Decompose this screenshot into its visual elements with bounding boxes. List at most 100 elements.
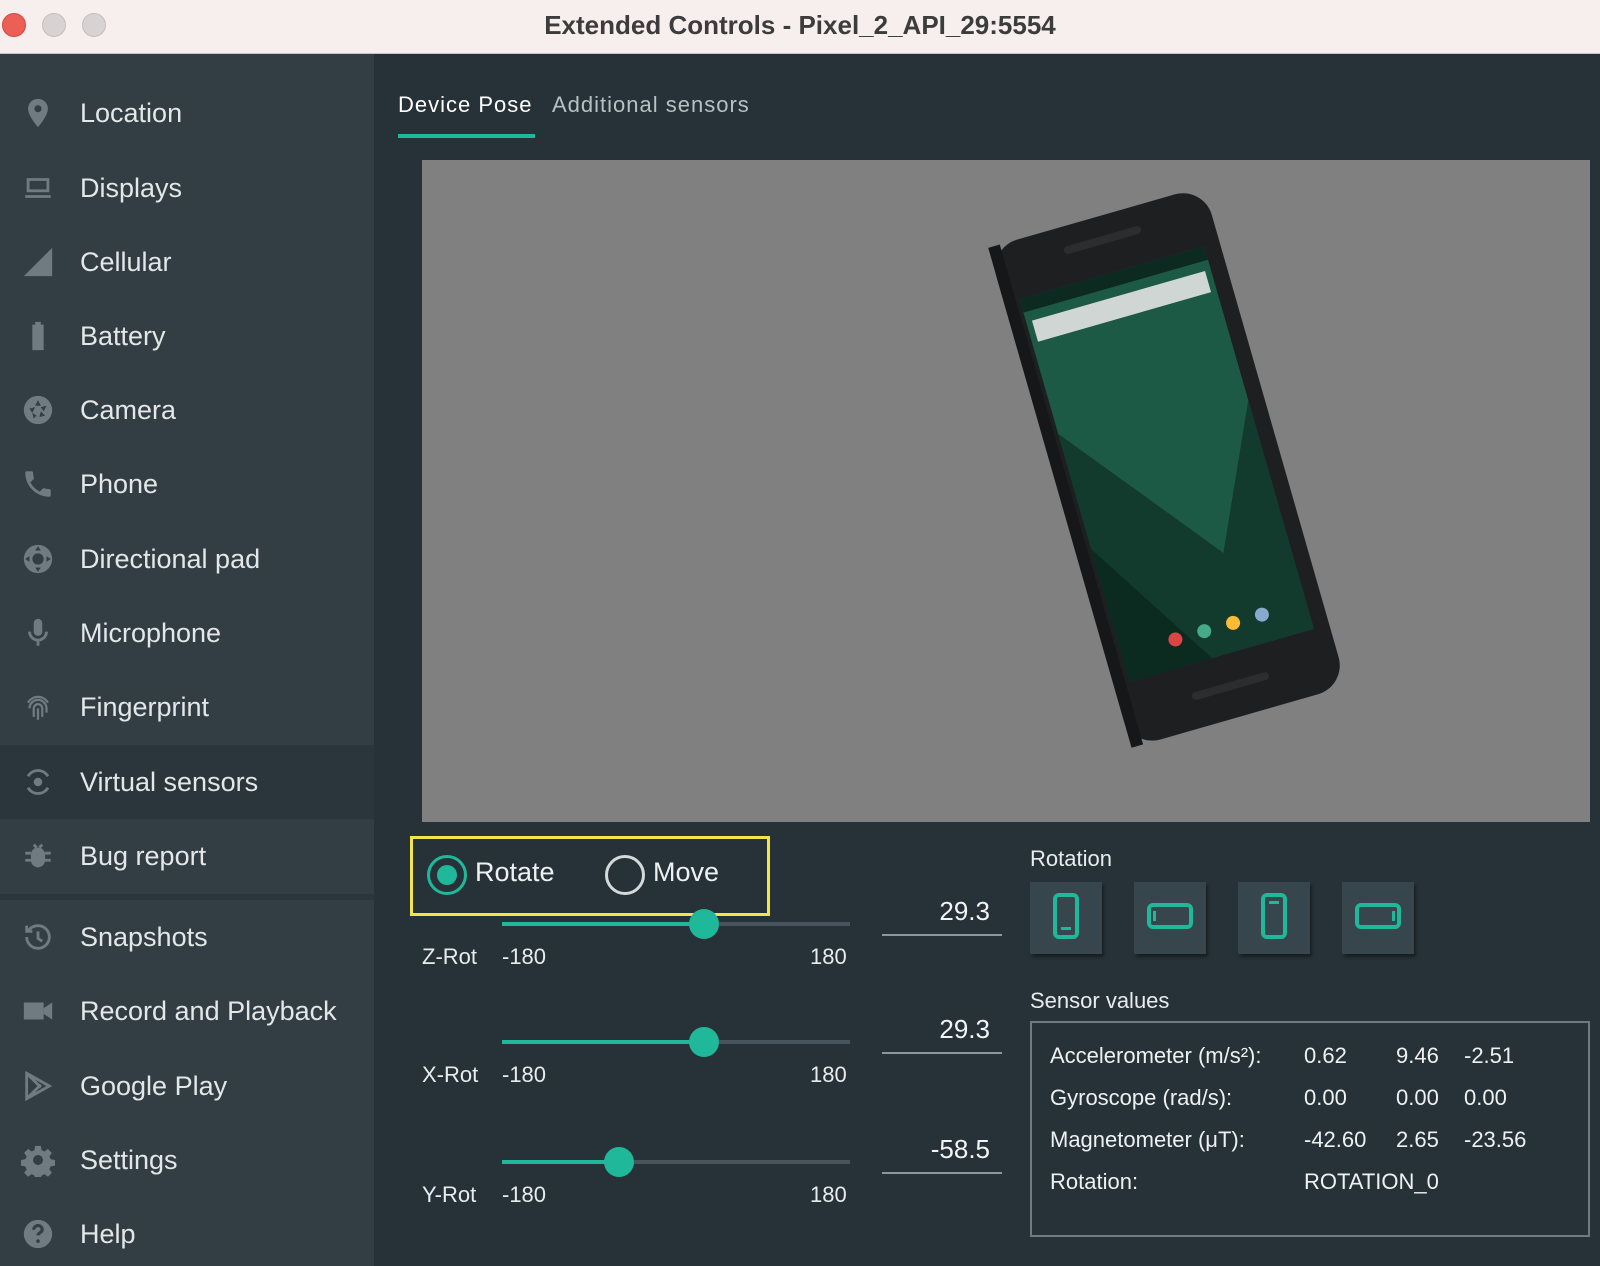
sidebar-item-help[interactable]: Help bbox=[0, 1197, 374, 1266]
sidebar-item-label: Battery bbox=[80, 320, 166, 351]
sensor-label: Magnetometer (μT): bbox=[1050, 1127, 1245, 1152]
sidebar-item-google-play[interactable]: Google Play bbox=[0, 1049, 374, 1123]
sidebar-item-snapshots[interactable]: Snapshots bbox=[0, 900, 374, 974]
sensor-label: Gyroscope (rad/s): bbox=[1050, 1085, 1233, 1110]
device-3d-viewport[interactable] bbox=[422, 160, 1590, 822]
sidebar-item-label: Cellular bbox=[80, 246, 172, 277]
move-radio-label[interactable]: Move bbox=[653, 857, 719, 888]
x-rot-slider-fill bbox=[502, 1040, 705, 1044]
sidebar-item-label: Settings bbox=[80, 1144, 178, 1175]
sidebar-item-label: Camera bbox=[80, 394, 177, 425]
phone-handset-icon bbox=[20, 466, 56, 502]
sidebar-item-displays[interactable]: Displays bbox=[0, 151, 374, 225]
y-rot-value-field[interactable]: -58.5 bbox=[882, 1134, 1002, 1174]
sidebar-item-label: Record and Playback bbox=[80, 995, 337, 1026]
rotate-landscape-button[interactable] bbox=[1134, 882, 1206, 954]
sidebar-item-label: Directional pad bbox=[80, 543, 261, 574]
camera-aperture-icon bbox=[20, 392, 56, 428]
location-pin-icon bbox=[20, 95, 56, 131]
y-rot-slider-fill bbox=[502, 1160, 620, 1164]
move-radio[interactable] bbox=[605, 855, 645, 895]
x-rot-max-label: 180 bbox=[810, 1062, 847, 1087]
sensor-value-1: ROTATION_0 bbox=[1304, 1169, 1439, 1194]
sidebar-item-camera[interactable]: Camera bbox=[0, 373, 374, 447]
video-camera-icon bbox=[20, 993, 56, 1029]
sensor-values-panel: Accelerometer (m/s²): 0.62 9.46 -2.51 Gy… bbox=[1030, 1021, 1590, 1237]
sidebar-item-record-playback[interactable]: Record and Playback bbox=[0, 974, 374, 1048]
y-rot-slider-thumb[interactable] bbox=[604, 1147, 635, 1177]
main-panel: Device Pose Additional sensors Rotate Mo… bbox=[374, 54, 1600, 1266]
sensor-value-3: -23.56 bbox=[1464, 1127, 1527, 1152]
history-icon bbox=[20, 919, 56, 955]
z-rot-max-label: 180 bbox=[810, 944, 847, 969]
x-rot-slider[interactable] bbox=[502, 1027, 850, 1057]
z-rot-slider-thumb[interactable] bbox=[689, 909, 720, 939]
y-rot-slider[interactable] bbox=[502, 1147, 850, 1177]
x-rot-min-label: -180 bbox=[502, 1062, 547, 1087]
sidebar-item-label: Location bbox=[80, 97, 183, 128]
sidebar-item-phone[interactable]: Phone bbox=[0, 447, 374, 521]
sensor-value-3: 0.00 bbox=[1464, 1085, 1507, 1110]
title-bar: Extended Controls - Pixel_2_API_29:5554 bbox=[0, 0, 1600, 54]
sidebar-item-label: Microphone bbox=[80, 617, 222, 648]
phone-model bbox=[988, 193, 1340, 748]
z-rot-min-label: -180 bbox=[502, 944, 547, 969]
x-rot-value-field[interactable]: 29.3 bbox=[882, 1014, 1002, 1054]
sidebar-item-location[interactable]: Location bbox=[0, 76, 374, 150]
sidebar-item-label: Google Play bbox=[80, 1070, 228, 1101]
sidebar-item-cellular[interactable]: Cellular bbox=[0, 225, 374, 299]
sidebar-item-label: Virtual sensors bbox=[80, 766, 259, 797]
battery-icon bbox=[20, 318, 56, 354]
z-rot-slider[interactable] bbox=[502, 909, 850, 939]
sensor-value-1: 0.00 bbox=[1304, 1085, 1347, 1110]
sidebar-item-microphone[interactable]: Microphone bbox=[0, 596, 374, 670]
rotation-title: Rotation bbox=[1030, 846, 1112, 871]
active-tab-indicator bbox=[398, 134, 535, 138]
sidebar-item-bug-report[interactable]: Bug report bbox=[0, 819, 374, 893]
rotate-radio-label[interactable]: Rotate bbox=[475, 857, 555, 888]
monitor-icon bbox=[20, 170, 56, 206]
sidebar-item-label: Displays bbox=[80, 172, 183, 203]
cellular-signal-icon bbox=[20, 244, 56, 280]
rotate-radio[interactable] bbox=[427, 855, 467, 895]
sidebar-item-battery[interactable]: Battery bbox=[0, 299, 374, 373]
sidebar-item-settings[interactable]: Settings bbox=[0, 1123, 374, 1197]
bug-icon bbox=[20, 838, 56, 874]
sensor-label: Rotation: bbox=[1050, 1169, 1139, 1194]
sidebar-item-dpad[interactable]: Directional pad bbox=[0, 522, 374, 596]
sidebar-item-label: Snapshots bbox=[80, 921, 208, 952]
x-rot-slider-thumb[interactable] bbox=[689, 1027, 720, 1057]
sidebar-item-label: Bug report bbox=[80, 840, 207, 871]
sensor-value-3: -2.51 bbox=[1464, 1043, 1515, 1068]
sidebar: Location Displays Cellular Battery Camer… bbox=[0, 54, 374, 1266]
sensor-value-2: 9.46 bbox=[1396, 1043, 1439, 1068]
mode-selector-highlight: Rotate Move bbox=[410, 836, 770, 916]
tab-additional-sensors[interactable]: Additional sensors bbox=[552, 92, 750, 118]
sidebar-item-label: Help bbox=[80, 1218, 136, 1249]
sidebar-item-fingerprint[interactable]: Fingerprint bbox=[0, 670, 374, 744]
rotate-reverse-landscape-button[interactable] bbox=[1342, 882, 1414, 954]
portrait-phone-icon bbox=[1046, 892, 1086, 945]
z-rot-value-field[interactable]: 29.3 bbox=[882, 896, 1002, 936]
sensor-value-2: 2.65 bbox=[1396, 1127, 1439, 1152]
z-rot-label: Z-Rot bbox=[422, 944, 477, 969]
help-icon bbox=[20, 1216, 56, 1252]
x-rot-label: X-Rot bbox=[422, 1062, 479, 1087]
y-rot-slider-row: Y-Rot -180 180 -58.5 bbox=[422, 1134, 1002, 1266]
sensor-value-1: 0.62 bbox=[1304, 1043, 1347, 1068]
sidebar-item-virtual-sensors[interactable]: Virtual sensors bbox=[0, 745, 374, 819]
rotate-reverse-portrait-button[interactable] bbox=[1238, 882, 1310, 954]
virtual-sensors-icon bbox=[20, 764, 56, 800]
microphone-icon bbox=[20, 615, 56, 651]
sidebar-item-label: Fingerprint bbox=[80, 691, 210, 722]
fingerprint-icon bbox=[20, 689, 56, 725]
y-rot-max-label: 180 bbox=[810, 1182, 847, 1207]
sensor-value-2: 0.00 bbox=[1396, 1085, 1439, 1110]
play-store-icon bbox=[20, 1068, 56, 1104]
dpad-icon bbox=[20, 541, 56, 577]
gear-icon bbox=[20, 1142, 56, 1178]
rotate-portrait-button[interactable] bbox=[1030, 882, 1102, 954]
tab-device-pose[interactable]: Device Pose bbox=[398, 92, 533, 118]
z-rot-slider-fill bbox=[502, 922, 705, 926]
sensor-value-1: -42.60 bbox=[1304, 1127, 1367, 1152]
